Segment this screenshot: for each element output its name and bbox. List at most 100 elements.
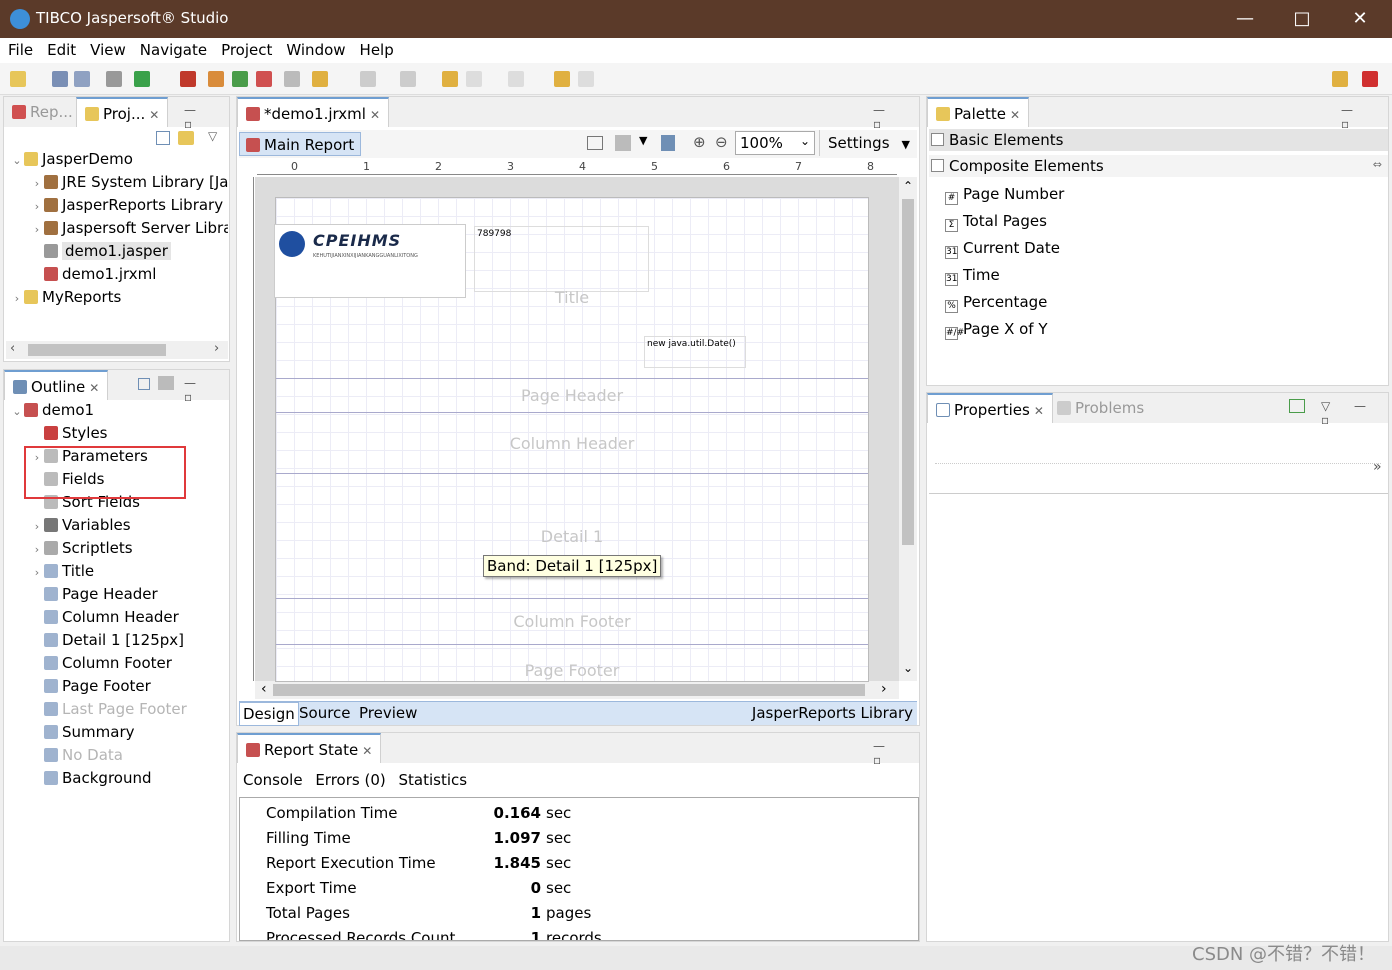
close-icon[interactable]: ✕ bbox=[370, 108, 380, 122]
tree-item-jasperdemo[interactable]: ⌄ JasperDemo bbox=[10, 150, 133, 173]
scroll-left-icon[interactable]: ‹ bbox=[10, 341, 15, 356]
layout-icon[interactable] bbox=[587, 136, 603, 150]
tree-item-jasperreports-lib[interactable]: › JasperReports Library bbox=[30, 196, 223, 219]
tab-source[interactable]: Source bbox=[299, 704, 351, 722]
outline-item[interactable]: Last Page Footer bbox=[30, 700, 187, 723]
next-annotation-icon[interactable] bbox=[360, 71, 376, 87]
redo-icon[interactable] bbox=[578, 71, 594, 87]
forward-icon[interactable] bbox=[508, 71, 524, 87]
last-edit-icon[interactable] bbox=[442, 71, 458, 87]
settings-button[interactable]: Settings ▼ bbox=[819, 130, 918, 156]
tree-item-jre[interactable]: › JRE System Library [Ja bbox=[30, 173, 229, 196]
tab-problems[interactable]: Problems bbox=[1049, 393, 1152, 423]
subtab-statistics[interactable]: Statistics bbox=[399, 771, 468, 789]
collapse-all-icon[interactable] bbox=[156, 131, 170, 145]
wizard-icon[interactable] bbox=[256, 71, 272, 87]
outline-item[interactable]: Column Footer bbox=[30, 654, 172, 677]
tab-properties[interactable]: Properties ✕ bbox=[927, 393, 1053, 423]
horizontal-scrollbar[interactable]: ‹ › bbox=[6, 341, 228, 359]
scroll-right-icon[interactable]: › bbox=[881, 681, 887, 697]
close-icon[interactable]: ✕ bbox=[149, 108, 159, 122]
export-icon[interactable] bbox=[208, 71, 224, 87]
expand-arrow-icon[interactable]: › bbox=[30, 543, 44, 556]
outline-item[interactable]: Summary bbox=[30, 723, 135, 746]
close-icon[interactable]: ✕ bbox=[362, 744, 372, 758]
palette-item[interactable]: 31 Time bbox=[945, 266, 1000, 286]
report-properties-icon[interactable] bbox=[661, 135, 675, 151]
report-design-perspective-icon[interactable] bbox=[1362, 71, 1378, 87]
collapse-icon[interactable]: ⇔ bbox=[1373, 158, 1382, 171]
tab-palette[interactable]: Palette ✕ bbox=[927, 97, 1030, 127]
view-controls[interactable]: — ▫ bbox=[873, 103, 919, 131]
close-button[interactable]: ✕ bbox=[1337, 4, 1383, 34]
vertical-scrollbar[interactable]: ⌃ ⌄ bbox=[899, 177, 917, 681]
scroll-right-icon[interactable]: › bbox=[214, 341, 219, 356]
new-icon[interactable] bbox=[10, 71, 26, 87]
outline-item[interactable]: Background bbox=[30, 769, 152, 792]
view-controls[interactable]: ▽ — ▫ bbox=[1321, 399, 1388, 427]
tab-repository[interactable]: Rep... bbox=[4, 97, 81, 127]
menu-help[interactable]: Help bbox=[352, 38, 400, 59]
outline-item[interactable]: Column Header bbox=[30, 608, 179, 631]
expand-arrow-icon[interactable]: › bbox=[30, 566, 44, 579]
compile-icon[interactable] bbox=[106, 71, 122, 87]
subtab-console[interactable]: Console bbox=[243, 771, 303, 789]
date-text-field[interactable]: new java.util.Date() bbox=[644, 336, 746, 368]
palette-item[interactable]: % Percentage bbox=[945, 293, 1047, 313]
tab-outline[interactable]: Outline ✕ bbox=[4, 370, 109, 400]
scroll-down-icon[interactable]: ⌄ bbox=[903, 661, 913, 675]
close-icon[interactable]: ✕ bbox=[89, 381, 99, 395]
link-editor-icon[interactable] bbox=[178, 131, 194, 145]
main-report-breadcrumb[interactable]: Main Report bbox=[239, 132, 362, 156]
view-menu-icon[interactable]: ▽ bbox=[208, 129, 217, 143]
view-controls[interactable]: — ▫ bbox=[184, 103, 229, 131]
editor-horizontal-scrollbar[interactable]: ‹ › bbox=[255, 681, 899, 699]
view-controls[interactable]: — ▫ bbox=[873, 739, 919, 767]
back-icon[interactable] bbox=[466, 71, 482, 87]
run-icon[interactable] bbox=[134, 71, 150, 87]
menu-edit[interactable]: Edit bbox=[39, 38, 82, 59]
thumbnail-icon[interactable] bbox=[158, 376, 174, 390]
zoom-out-icon[interactable]: ⊖ bbox=[715, 133, 728, 151]
tree-item-demo1-jrxml[interactable]: demo1.jrxml bbox=[44, 265, 156, 288]
minimize-button[interactable]: — bbox=[1222, 4, 1268, 34]
tab-demo1-jrxml[interactable]: *demo1.jrxml ✕ bbox=[237, 97, 390, 127]
open-perspective-icon[interactable] bbox=[1332, 71, 1348, 87]
chevron-down-icon[interactable]: ▼ bbox=[639, 134, 647, 147]
report-page[interactable]: CPEIHMS KEHUTIJIANXINXIJIANKANGGUANLIXIT… bbox=[274, 197, 869, 682]
scrollbar-thumb[interactable] bbox=[273, 684, 865, 696]
save-all-icon[interactable] bbox=[74, 71, 90, 87]
import-icon[interactable] bbox=[232, 71, 248, 87]
palette-section-composite[interactable]: Composite Elements ⇔ bbox=[929, 155, 1388, 177]
outline-item[interactable]: › Variables bbox=[30, 516, 131, 539]
view-controls[interactable]: — ▫ bbox=[184, 376, 229, 404]
save-icon[interactable] bbox=[52, 71, 68, 87]
palette-item[interactable]: #/#Page X of Y bbox=[945, 320, 1048, 340]
tab-design[interactable]: Design bbox=[239, 702, 299, 726]
menu-window[interactable]: Window bbox=[278, 38, 351, 59]
more-icon[interactable]: » bbox=[1373, 459, 1382, 475]
menu-project[interactable]: Project bbox=[213, 38, 278, 59]
scrollbar-thumb[interactable] bbox=[28, 344, 166, 356]
dataset-icon[interactable] bbox=[615, 135, 631, 151]
pin-icon[interactable] bbox=[1289, 399, 1305, 413]
outline-item[interactable]: Detail 1 [125px] bbox=[30, 631, 184, 654]
outline-item[interactable]: › Title bbox=[30, 562, 94, 585]
subtab-errors[interactable]: Errors (0) bbox=[315, 771, 385, 789]
scroll-up-icon[interactable]: ⌃ bbox=[903, 179, 913, 193]
band-separator[interactable] bbox=[276, 378, 868, 379]
scroll-left-icon[interactable]: ‹ bbox=[261, 681, 267, 697]
maximize-button[interactable]: □ bbox=[1279, 4, 1325, 34]
band-separator[interactable] bbox=[276, 644, 868, 645]
static-text-element[interactable]: 789798 bbox=[474, 226, 649, 292]
tree-item-myreports[interactable]: › MyReports bbox=[10, 288, 122, 311]
tab-report-state[interactable]: Report State ✕ bbox=[237, 733, 382, 763]
palette-section-basic[interactable]: Basic Elements bbox=[929, 129, 1388, 151]
outline-root[interactable]: ⌄ demo1 bbox=[10, 401, 94, 424]
expand-arrow-icon[interactable]: › bbox=[30, 520, 44, 533]
outline-item[interactable]: Styles bbox=[30, 424, 108, 447]
tab-project-explorer[interactable]: Proj... ✕ bbox=[76, 97, 169, 127]
menu-file[interactable]: File bbox=[0, 38, 39, 59]
zoom-in-icon[interactable]: ⊕ bbox=[693, 133, 706, 151]
palette-item[interactable]: Σ Total Pages bbox=[945, 212, 1047, 232]
